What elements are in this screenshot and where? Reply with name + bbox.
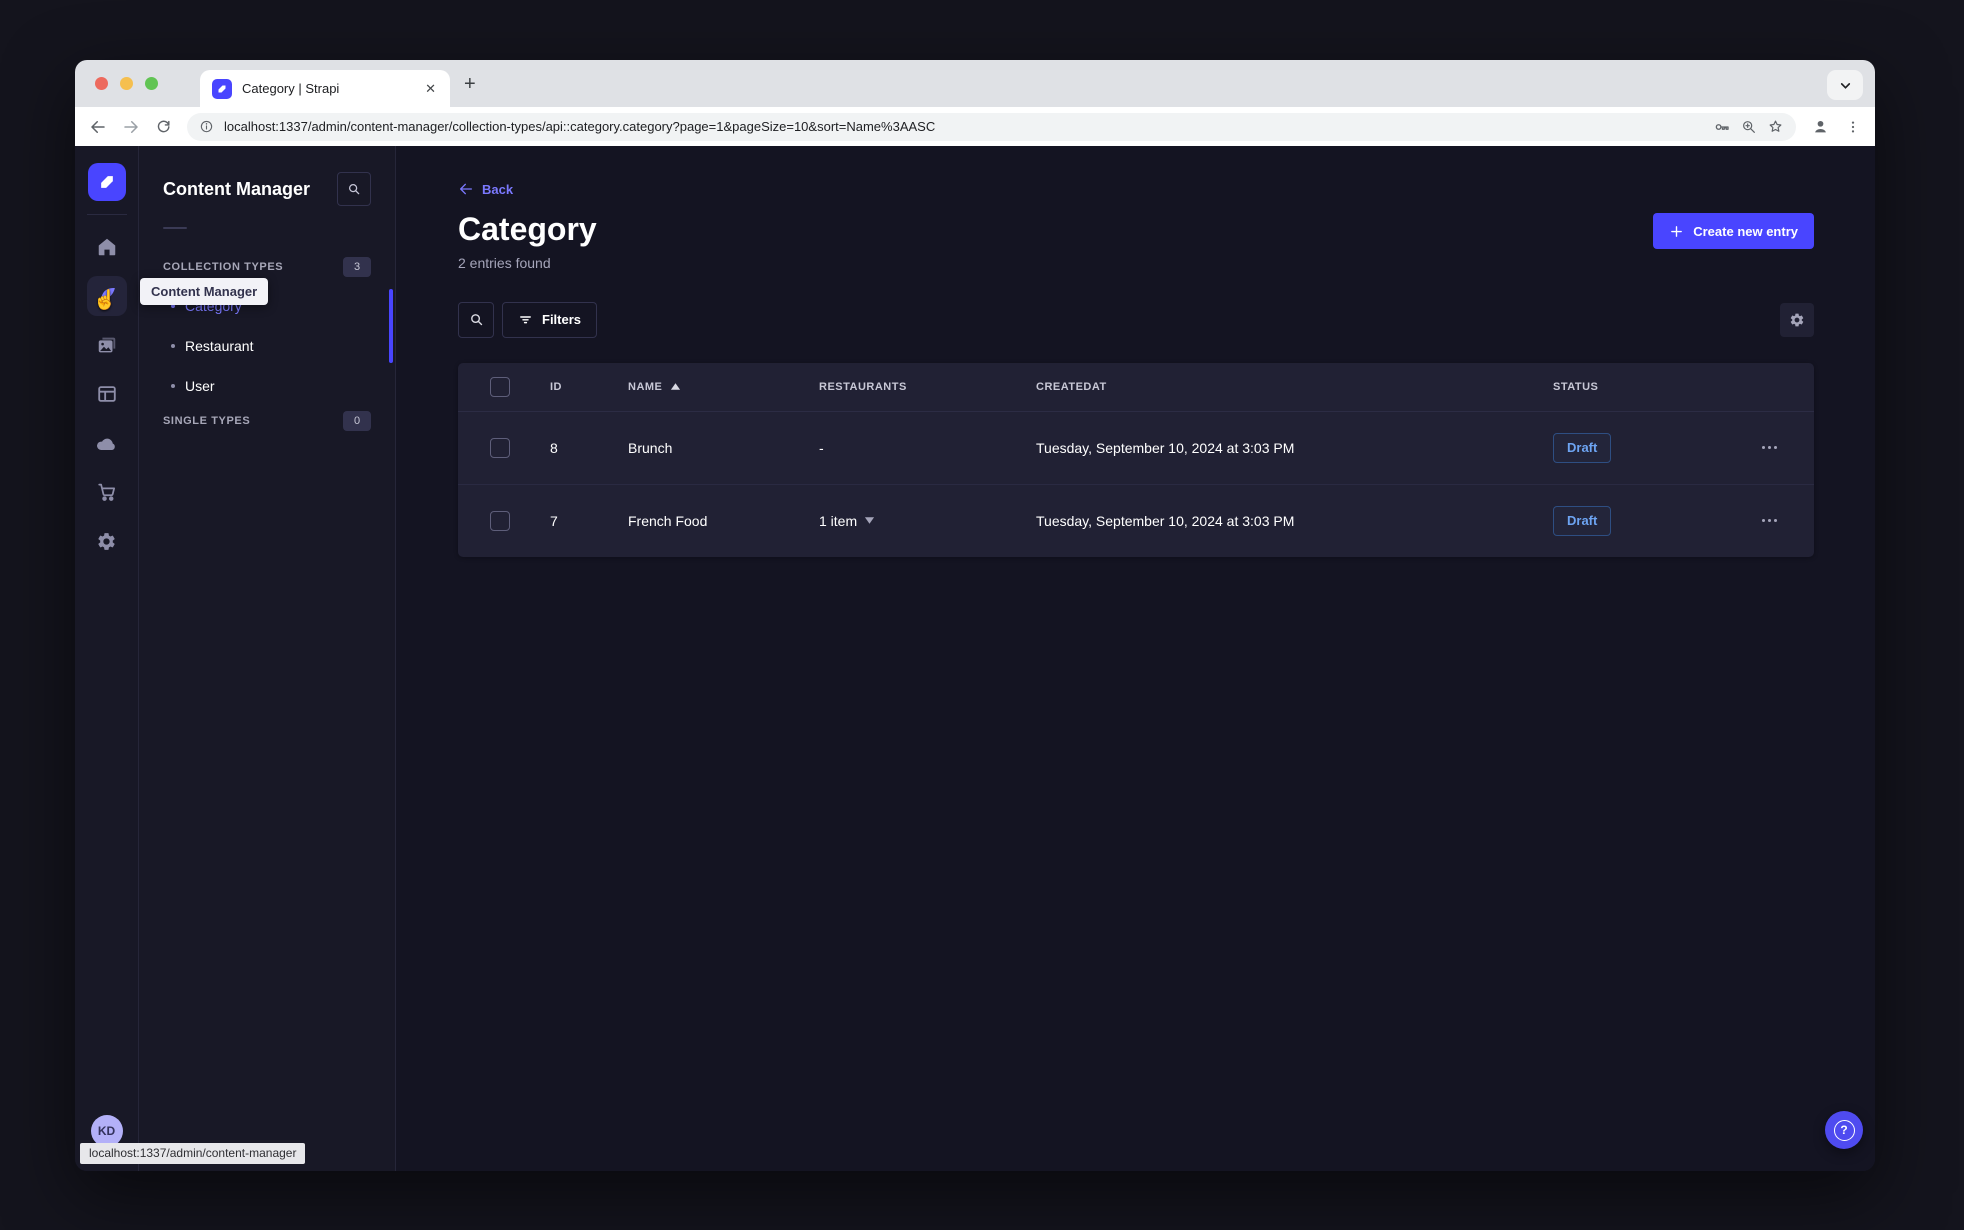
browser-tab[interactable]: Category | Strapi ✕ <box>200 70 450 107</box>
select-all-checkbox[interactable] <box>490 376 510 397</box>
minimize-window-button[interactable] <box>120 77 133 90</box>
row-actions-menu[interactable] <box>1724 519 1814 523</box>
single-types-label: SINGLE TYPES <box>163 415 251 427</box>
sidebar-item-user[interactable]: User <box>163 366 371 406</box>
question-icon: ? <box>1833 1119 1855 1141</box>
browser-tab-strip: Category | Strapi ✕ + <box>75 60 1875 107</box>
strapi-logo[interactable] <box>87 163 126 201</box>
collection-types-label: COLLECTION TYPES <box>163 261 284 273</box>
cell-id: 7 <box>550 512 558 529</box>
zoom-search-icon[interactable] <box>1741 119 1757 135</box>
status-badge: Draft <box>1553 432 1612 463</box>
view-settings-button[interactable] <box>1780 302 1814 337</box>
row-checkbox[interactable] <box>490 437 510 458</box>
column-header-name[interactable]: NAME <box>628 381 819 393</box>
browser-window: Category | Strapi ✕ + localhost:1337/adm… <box>75 60 1875 1171</box>
plus-icon <box>1669 224 1684 239</box>
back-nav-icon[interactable] <box>89 118 107 136</box>
column-header-status[interactable]: STATUS <box>1553 381 1724 393</box>
entries-count: 2 entries found <box>458 254 551 271</box>
sidebar-item-label: User <box>185 378 215 394</box>
close-tab-icon[interactable]: ✕ <box>423 79 438 99</box>
zoom-window-button[interactable] <box>145 77 158 90</box>
table-header-row: ID NAME RESTAURANTS CREATEDAT STATUS <box>458 363 1814 412</box>
back-label: Back <box>482 181 514 197</box>
main-content: Back Category 2 entries found Create new… <box>396 146 1875 1171</box>
sidebar-divider <box>163 227 187 229</box>
row-actions-menu[interactable] <box>1724 446 1814 450</box>
cloud-nav-icon[interactable] <box>87 423 127 463</box>
url-text[interactable]: localhost:1337/admin/content-manager/col… <box>224 119 1703 134</box>
browser-toolbar: localhost:1337/admin/content-manager/col… <box>75 107 1875 146</box>
rail-divider <box>86 214 127 215</box>
sidebar-search-button[interactable] <box>337 172 371 206</box>
table-search-button[interactable] <box>458 301 494 338</box>
profile-icon[interactable] <box>1811 117 1830 136</box>
filters-toolbar: Filters <box>458 301 1814 338</box>
status-badge: Draft <box>1553 505 1612 536</box>
sort-ascending-icon <box>670 382 681 391</box>
filter-lines-icon <box>518 312 533 327</box>
cell-restaurants[interactable]: 1 item <box>819 513 1036 529</box>
password-key-icon[interactable] <box>1713 118 1731 136</box>
tab-search-button[interactable] <box>1827 70 1863 100</box>
table-row[interactable]: 8 Brunch - Tuesday, September 10, 2024 a… <box>458 412 1814 484</box>
bullet-icon <box>171 384 175 388</box>
site-info-icon[interactable] <box>199 119 214 134</box>
content-manager-tooltip: Content Manager <box>140 278 269 305</box>
link-status-bar: localhost:1337/admin/content-manager <box>80 1143 306 1164</box>
page-title: Category <box>458 211 597 247</box>
sidebar-item-restaurant[interactable]: Restaurant <box>163 326 371 366</box>
strapi-favicon-icon <box>212 78 232 99</box>
table-row[interactable]: 7 French Food 1 item Tuesday, September … <box>458 483 1814 557</box>
collection-types-count-badge: 3 <box>343 257 371 277</box>
reload-icon[interactable] <box>155 118 172 135</box>
sidebar-title: Content Manager <box>163 178 311 199</box>
filters-button[interactable]: Filters <box>502 301 598 338</box>
window-controls <box>95 77 158 90</box>
create-new-entry-button[interactable]: Create new entry <box>1653 213 1814 249</box>
close-window-button[interactable] <box>95 77 108 90</box>
cell-name: French Food <box>628 512 708 529</box>
settings-gear-nav-icon[interactable] <box>87 521 127 561</box>
help-button[interactable]: ? <box>1825 1111 1863 1149</box>
tab-title: Category | Strapi <box>242 81 340 96</box>
chevron-down-icon <box>864 516 875 525</box>
bookmark-star-icon[interactable] <box>1767 118 1784 135</box>
url-bar[interactable]: localhost:1337/admin/content-manager/col… <box>187 112 1796 141</box>
home-nav-icon[interactable] <box>87 227 127 267</box>
forward-nav-icon[interactable] <box>122 118 140 136</box>
single-types-count-badge: 0 <box>343 411 371 431</box>
browser-menu-icon[interactable] <box>1845 119 1861 135</box>
media-library-nav-icon[interactable] <box>87 325 127 365</box>
cell-restaurants: - <box>819 439 824 456</box>
cell-name: Brunch <box>628 439 673 456</box>
row-checkbox[interactable] <box>490 510 510 531</box>
cell-id: 8 <box>550 439 558 456</box>
new-tab-button[interactable]: + <box>464 74 476 94</box>
column-header-createdat[interactable]: CREATEDAT <box>1036 381 1553 393</box>
strapi-app: KD Content Manager COLLECTION TYPES 3 Ca… <box>75 146 1875 1171</box>
filters-button-label: Filters <box>542 312 582 328</box>
column-header-id[interactable]: ID <box>550 381 628 393</box>
entries-table: ID NAME RESTAURANTS CREATEDAT STATUS 8 B… <box>458 362 1814 557</box>
column-header-restaurants[interactable]: RESTAURANTS <box>819 381 1036 393</box>
back-link[interactable]: Back <box>458 181 513 197</box>
cell-createdat: Tuesday, September 10, 2024 at 3:03 PM <box>1036 512 1295 529</box>
content-type-builder-nav-icon[interactable] <box>87 374 127 414</box>
hand-cursor-icon: ☝ <box>93 290 117 311</box>
sidebar-item-label: Restaurant <box>185 338 254 354</box>
cell-createdat: Tuesday, September 10, 2024 at 3:03 PM <box>1036 439 1295 456</box>
bullet-icon <box>171 344 175 348</box>
create-button-label: Create new entry <box>1693 223 1798 239</box>
sidebar-scrollbar-thumb[interactable] <box>389 289 393 363</box>
arrow-left-icon <box>458 181 474 197</box>
marketplace-cart-nav-icon[interactable] <box>87 472 127 512</box>
